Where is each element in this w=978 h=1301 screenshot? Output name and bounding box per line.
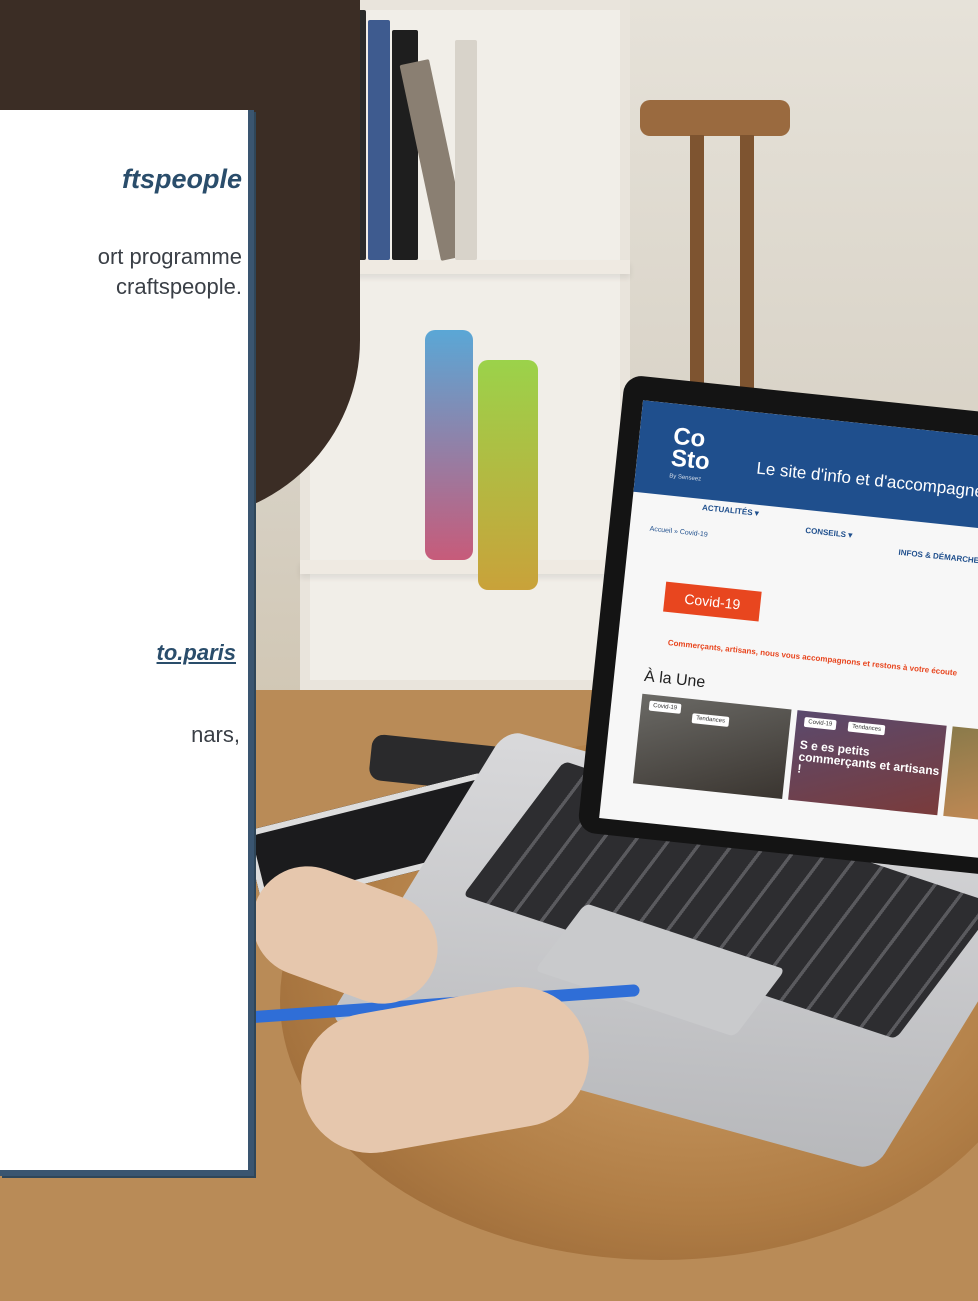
logo-subtitle: By Senseez (668, 473, 702, 483)
article-card[interactable] (943, 726, 978, 824)
laptop-screen: Co Sto By Senseez Le site d'info et d'ac… (599, 400, 978, 860)
panel-body: ort programme craftspeople. (0, 242, 242, 302)
nav-item-actualites[interactable]: ACTUALITÉS ▾ (702, 503, 760, 518)
panel-body-line: ort programme (97, 244, 242, 269)
page-tag: Covid-19 (663, 581, 762, 622)
card-pill: Covid-19 (803, 716, 837, 731)
panel-title: ftspeople (121, 164, 242, 194)
bottle (478, 360, 538, 590)
stool-leg (740, 135, 754, 395)
panel-body-line: craftspeople. (116, 274, 242, 299)
logo-line: Sto (669, 444, 712, 476)
stool-leg (690, 135, 704, 405)
bottle (425, 330, 473, 560)
card-title: S e es petits commerçants et artisans ! (796, 737, 941, 779)
article-card[interactable]: Covid-19 Tendances (632, 693, 792, 799)
card-pill: Tendances (847, 721, 886, 736)
site-logo[interactable]: Co Sto (669, 423, 713, 476)
card-pill: Covid-19 (648, 700, 682, 714)
card-pill: Tendances (691, 713, 730, 727)
nav-item-infos[interactable]: INFOS & DÉMARCHES ▾ (898, 548, 978, 567)
hero-text: Commerçants, artisans, nous vous accompa… (667, 638, 958, 678)
stool-seat (640, 100, 790, 136)
text-panel: ftspeople ort programme craftspeople. to… (0, 110, 254, 1176)
shelf-board (300, 560, 630, 574)
panel-link[interactable]: to.paris (0, 640, 236, 666)
site-tagline: Le site d'info et d'accompagnemen (755, 458, 978, 505)
panel-extra-text: nars, (191, 722, 240, 747)
article-card[interactable]: Covid-19 Tendances S e es petits commerç… (788, 710, 947, 816)
breadcrumb[interactable]: Accueil » Covid-19 (649, 526, 708, 539)
section-title: À la Une (643, 667, 707, 692)
book (455, 40, 477, 260)
nav-item-conseils[interactable]: CONSEILS ▾ (805, 526, 853, 540)
book (368, 20, 390, 260)
